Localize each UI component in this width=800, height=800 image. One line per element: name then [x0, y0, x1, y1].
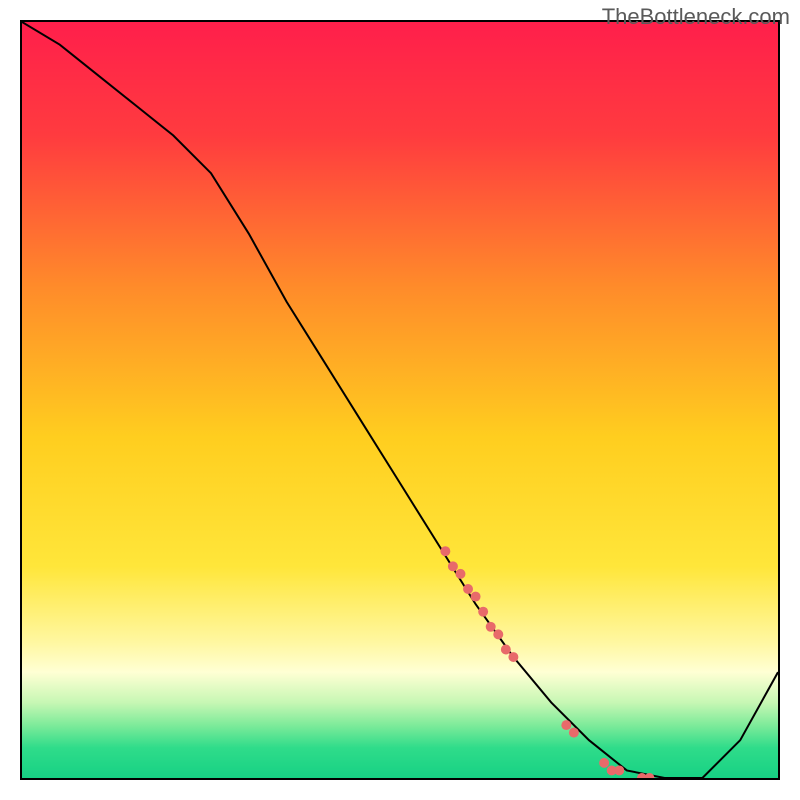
highlight-point [486, 622, 496, 632]
highlight-point [614, 765, 624, 775]
highlight-point [478, 607, 488, 617]
highlight-point [456, 569, 466, 579]
highlight-point [440, 546, 450, 556]
chart-container: TheBottleneck.com [0, 0, 800, 800]
highlight-point [448, 561, 458, 571]
highlight-point [508, 652, 518, 662]
highlight-point [493, 629, 503, 639]
plot-area [20, 20, 780, 780]
highlight-point [463, 584, 473, 594]
markers-layer [22, 22, 778, 778]
highlight-point [645, 773, 655, 778]
highlight-point [599, 758, 609, 768]
highlight-point [569, 728, 579, 738]
highlight-point [561, 720, 571, 730]
highlight-point [501, 645, 511, 655]
highlight-point [471, 592, 481, 602]
watermark-text: TheBottleneck.com [602, 4, 790, 30]
